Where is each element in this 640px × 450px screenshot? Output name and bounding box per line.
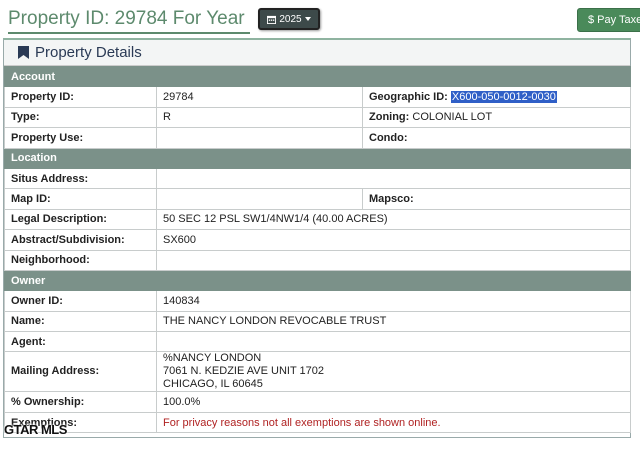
table-row: Name: THE NANCY LONDON REVOCABLE TRUST [4, 310, 631, 333]
panel-heading: Property Details [4, 40, 630, 66]
property-use-label: Property Use: [4, 127, 157, 149]
abstract-subdivision-label: Abstract/Subdivision: [4, 229, 157, 251]
ownership-value: 100.0% [156, 391, 631, 413]
caret-down-icon [304, 17, 311, 21]
panel-title: Property Details [35, 44, 142, 61]
table-row: Map ID: Mapsco: [4, 188, 631, 210]
legal-description-value: 50 SEC 12 PSL SW1/4NW1/4 (40.00 ACRES) [156, 208, 631, 231]
section-header-location: Location [4, 147, 631, 169]
mailing-address-line: %NANCY LONDON [163, 352, 262, 365]
table-row: Situs Address: [4, 167, 631, 190]
mailing-address-label: Mailing Address: [4, 351, 157, 393]
section-title: Owner [4, 269, 631, 292]
neighborhood-label: Neighborhood: [4, 249, 157, 271]
neighborhood-value [156, 249, 631, 271]
mailing-address-line: CHICAGO, IL 60645 [163, 378, 263, 391]
property-details-table: Account Property ID: 29784 Geographic ID… [4, 65, 631, 434]
zoning-cell: Zoning: COLONIAL LOT [362, 106, 631, 129]
table-row: Legal Description: 50 SEC 12 PSL SW1/4NW… [4, 208, 631, 231]
property-use-value [156, 127, 363, 149]
mls-watermark: GTAR MLS [4, 422, 67, 437]
property-id-value: 29784 [156, 86, 363, 108]
geographic-id-value[interactable]: X600-050-0012-0030 [450, 91, 557, 104]
type-value: R [156, 106, 363, 129]
owner-id-label: Owner ID: [4, 290, 157, 312]
table-row: Exemptions: For privacy reasons not all … [4, 411, 631, 434]
section-header-owner: Owner [4, 269, 631, 292]
geographic-id-cell: Geographic ID: X600-050-0012-0030 [362, 86, 631, 108]
map-id-label: Map ID: [4, 188, 157, 210]
table-row: Agent: [4, 331, 631, 353]
zoning-label: Zoning: [369, 111, 410, 124]
section-title: Account [4, 65, 631, 88]
mailing-address-value: %NANCY LONDON 7061 N. KEDZIE AVE UNIT 17… [156, 351, 631, 393]
type-label: Type: [4, 106, 157, 129]
table-row: Type: R Zoning: COLONIAL LOT [4, 106, 631, 129]
abstract-subdivision-value: SX600 [156, 229, 631, 251]
table-row: Mailing Address: %NANCY LONDON 7061 N. K… [4, 351, 631, 393]
table-row: Abstract/Subdivision: SX600 [4, 229, 631, 251]
mapsco-label: Mapsco: [369, 193, 414, 206]
title-underline [8, 32, 250, 34]
table-row: Property ID: 29784 Geographic ID: X600-0… [4, 86, 631, 108]
mailing-address-line: 7061 N. KEDZIE AVE UNIT 1702 [163, 365, 325, 378]
geographic-id-label: Geographic ID: [369, 91, 448, 104]
table-row: Property Use: Condo: [4, 127, 631, 149]
situs-address-label: Situs Address: [4, 167, 157, 190]
agent-label: Agent: [4, 331, 157, 353]
map-id-value [156, 188, 363, 210]
condo-label: Condo: [369, 131, 408, 144]
table-row: Neighborhood: [4, 249, 631, 271]
pay-taxes-button[interactable]: $ Pay Taxe [577, 8, 640, 32]
agent-value [156, 331, 631, 353]
ownership-label: % Ownership: [4, 391, 157, 413]
situs-address-value [156, 167, 631, 190]
bookmark-icon [18, 46, 29, 59]
section-title: Location [4, 147, 631, 169]
legal-description-label: Legal Description: [4, 208, 157, 231]
year-dropdown-button[interactable]: 2025 [258, 8, 320, 30]
owner-name-value: THE NANCY LONDON REVOCABLE TRUST [156, 310, 631, 333]
zoning-value: COLONIAL LOT [412, 111, 493, 124]
section-header-account: Account [4, 65, 631, 88]
table-row: % Ownership: 100.0% [4, 391, 631, 413]
property-details-panel: Property Details Account Property ID: 29… [3, 38, 631, 438]
year-label: 2025 [279, 13, 302, 25]
condo-cell: Condo: [362, 127, 631, 149]
mapsco-cell: Mapsco: [362, 188, 631, 210]
top-bar: Property ID: 29784 For Year 2025 $ Pay T… [0, 0, 640, 36]
exemptions-privacy-note: For privacy reasons not all exemptions a… [156, 411, 631, 434]
page-title: Property ID: 29784 For Year [8, 8, 245, 29]
table-row: Owner ID: 140834 [4, 290, 631, 312]
property-id-label: Property ID: [4, 86, 157, 108]
owner-id-value: 140834 [156, 290, 631, 312]
calendar-icon [267, 15, 277, 24]
owner-name-label: Name: [4, 310, 157, 333]
